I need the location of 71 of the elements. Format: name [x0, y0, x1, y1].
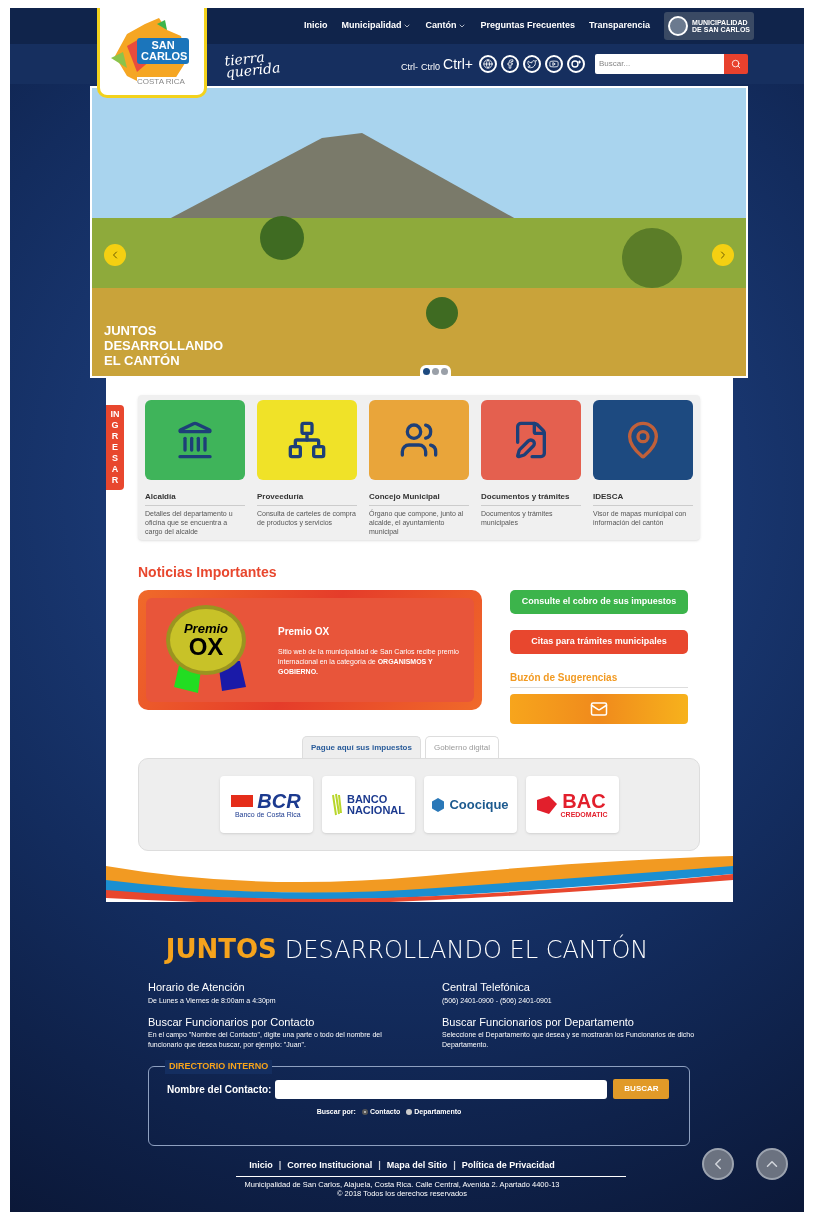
nav-link[interactable]: Preguntas Frecuentes	[480, 19, 575, 33]
bank-card[interactable]: BANCO NACIONAL	[321, 776, 415, 833]
service-title: IDESCA	[593, 491, 693, 506]
twitter-icon[interactable]	[523, 55, 541, 73]
caret-icon	[403, 22, 412, 30]
google-plus-icon[interactable]	[567, 55, 585, 73]
nav-link[interactable]: Municipalidad	[341, 19, 412, 33]
contact-name-field[interactable]	[275, 1079, 608, 1099]
building-icon	[175, 420, 215, 460]
youtube-icon[interactable]	[545, 55, 563, 73]
quick-link-button[interactable]: Citas para trámites municipales	[510, 630, 688, 654]
link-separator: |	[278, 1159, 282, 1172]
font-size-button[interactable]: Ctrl-	[401, 61, 419, 75]
footer-link[interactable]: Inicio	[249, 1159, 273, 1173]
nav-link[interactable]: Inicio	[303, 19, 328, 33]
search-field[interactable]: Buscar...	[595, 54, 724, 74]
field-label: Nombre del Contacto:	[167, 1082, 272, 1097]
link-separator: |	[453, 1159, 456, 1172]
footer-link[interactable]: Mapa del Sitio	[386, 1159, 448, 1173]
globe-icon[interactable]	[479, 55, 497, 73]
caret-icon	[458, 22, 467, 30]
news-heading: Noticias Importantes	[138, 563, 277, 582]
search-button[interactable]	[724, 54, 748, 74]
info-heading: Horario de Atención	[148, 980, 246, 995]
logo-country: COSTA RICA	[137, 76, 185, 86]
scroll-top-button[interactable]	[756, 1148, 788, 1180]
service-title: Concejo Municipal	[369, 491, 469, 506]
service-title: Proveeduría	[257, 491, 357, 506]
slider-caption: JUNTOS	[104, 323, 158, 338]
nav-link[interactable]: Cantón	[425, 19, 467, 33]
seal-text: OX	[188, 634, 224, 659]
slider-caption: DESARROLLANDO	[104, 338, 224, 353]
info-heading: Buscar Funcionarios por Departamento	[442, 1014, 635, 1030]
people-icon	[399, 420, 439, 460]
font-size-button[interactable]: Ctrl0	[421, 61, 441, 75]
bank-name: BCR	[257, 791, 301, 811]
bank-name: BANCO	[346, 793, 389, 805]
logo-block-icon	[231, 795, 254, 807]
stripes-icon	[330, 792, 343, 817]
logo-card[interactable]: SAN CARLOS COSTA RICA	[97, 8, 207, 98]
service-title: Documentos y trámites	[481, 491, 581, 506]
back-button[interactable]	[702, 1148, 734, 1180]
info-heading: Buscar Funcionarios por Contacto	[148, 1014, 316, 1030]
seal-icon	[668, 16, 689, 36]
ingresar-tab[interactable]: INGRESAR	[106, 405, 124, 490]
facebook-icon[interactable]	[501, 55, 519, 73]
news-title: Premio OX	[278, 624, 331, 639]
footer-link[interactable]: Política de Privacidad	[461, 1159, 555, 1173]
nav-link[interactable]: Transparencia	[589, 19, 651, 33]
font-size-button[interactable]: Ctrl+	[443, 53, 473, 75]
slider-caption: EL CANTÓN	[104, 353, 181, 368]
hexagon-icon	[431, 797, 446, 812]
info-heading: Central Telefónica	[442, 980, 531, 995]
payment-tab[interactable]: Pague aquí sus impuestos	[302, 736, 421, 758]
link-separator: |	[378, 1159, 381, 1172]
footer-title: DESARROLLANDO EL CANTÓN	[284, 933, 649, 966]
bank-name: BAC	[562, 791, 606, 811]
mail-icon	[588, 700, 610, 718]
directory-legend: DIRECTORIO INTERNO	[165, 1060, 273, 1074]
bank-card[interactable]: Coocique	[423, 776, 517, 833]
bank-name: Coocique	[449, 795, 509, 814]
bac-mark-icon	[536, 795, 557, 814]
footer-link[interactable]: Correo Institucional	[287, 1159, 373, 1173]
bank-subtitle: NACIONAL	[346, 804, 406, 816]
seal-text: Premio	[183, 621, 229, 635]
search-icon	[731, 59, 741, 69]
service-title: Alcaldía	[145, 491, 245, 506]
suggestions-heading: Buzón de Sugerencias	[510, 670, 688, 688]
org-chart-icon	[287, 420, 327, 460]
footer-title-accent: JUNTOS	[165, 933, 277, 966]
logo-text: SAN CARLOS	[141, 39, 185, 62]
